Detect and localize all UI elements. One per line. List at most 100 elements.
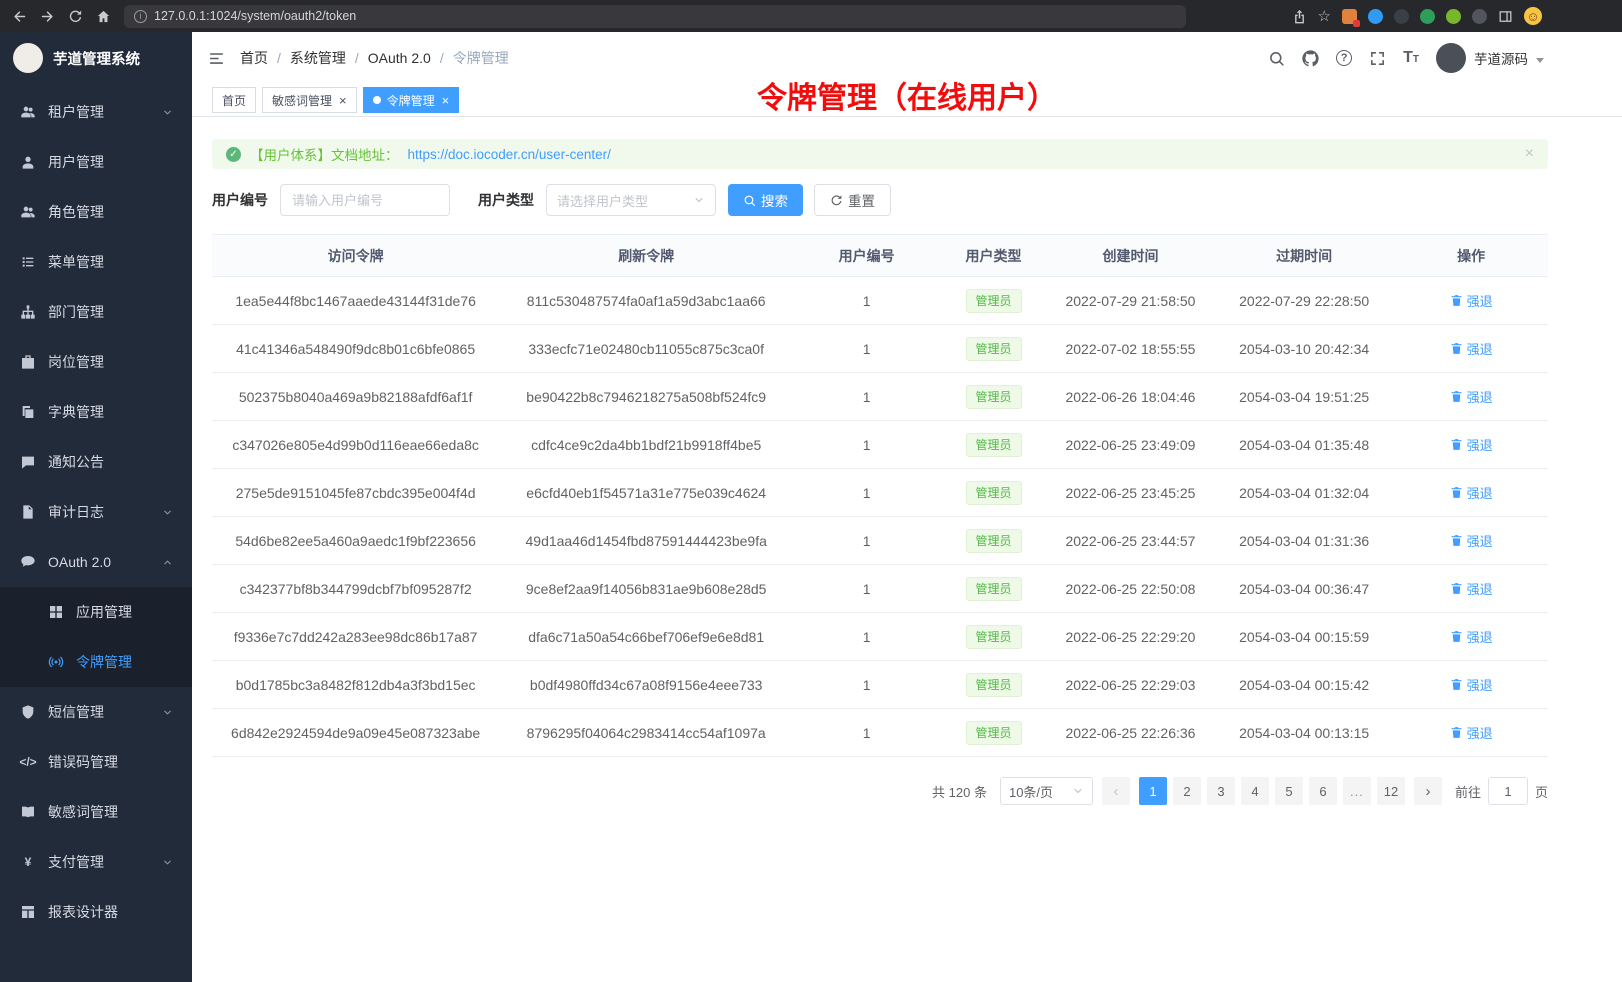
search-icon[interactable] [1268,50,1285,67]
access-token-cell: 6d842e2924594de9a09e45e087323abe [212,709,499,757]
force-logout-button[interactable]: 强退 [1450,435,1493,454]
pager-page[interactable]: 2 [1173,777,1201,805]
side-panel-icon[interactable] [1498,9,1513,24]
chevron-down-icon [162,707,173,718]
view-tab[interactable]: 首页 [212,87,256,113]
breadcrumb-separator: / [440,50,444,66]
user-id-input[interactable] [280,184,450,216]
breadcrumb-item[interactable]: 系统管理 [290,48,346,68]
extension-icon-4[interactable] [1420,9,1435,24]
access-token-cell: f9336e7c7dd242a283ee98dc86b17a87 [212,613,499,661]
github-icon[interactable] [1302,50,1319,67]
pager-page[interactable]: 12 [1377,777,1405,805]
user-id-cell: 1 [793,325,940,373]
pager-ellipsis[interactable]: ... [1343,777,1371,805]
doc-link[interactable]: https://doc.iocoder.cn/user-center/ [408,147,611,162]
user-type-badge: 管理员 [966,577,1022,601]
sidebar-item[interactable]: 审计日志 [0,487,192,537]
oauth-icon [19,554,37,570]
view-tab[interactable]: 令牌管理 [363,87,460,113]
pager-page[interactable]: 5 [1275,777,1303,805]
share-icon[interactable] [1292,9,1307,24]
user-id-cell: 1 [793,565,940,613]
site-info-icon[interactable] [134,10,147,23]
force-logout-button[interactable]: 强退 [1450,531,1493,550]
extension-icon-6[interactable] [1472,9,1487,24]
refresh-token-cell: 333ecfc71e02480cb11055c875c3ca0f [499,325,793,373]
user-menu[interactable]: 芋道源码 [1436,43,1544,73]
fullscreen-icon[interactable] [1369,50,1386,67]
pager-page[interactable]: 6 [1309,777,1337,805]
sidebar-item[interactable]: 令牌管理 [0,637,192,687]
extension-icon-5[interactable] [1446,9,1461,24]
extension-icon-3[interactable] [1394,9,1409,24]
expire-time-cell: 2054-03-04 00:15:59 [1214,613,1394,661]
browser-refresh-icon[interactable] [68,9,83,24]
search-button[interactable]: 搜索 [728,184,803,216]
trash-icon [1450,582,1463,595]
user-id-cell: 1 [793,709,940,757]
breadcrumb-item[interactable]: OAuth 2.0 [368,50,431,66]
reset-button[interactable]: 重置 [814,184,891,216]
user-type-badge: 管理员 [966,385,1022,409]
trash-icon [1450,390,1463,403]
table-row: 6d842e2924594de9a09e45e087323abe8796295f… [212,709,1548,757]
pager-page[interactable]: 3 [1207,777,1235,805]
sidebar-item[interactable]: 报表设计器 [0,887,192,937]
pager-prev-button[interactable] [1102,777,1130,805]
sidebar-item[interactable]: OAuth 2.0 [0,537,192,587]
extension-icon-2[interactable] [1368,9,1383,24]
sidebar-item[interactable]: 租户管理 [0,87,192,137]
force-logout-button[interactable]: 强退 [1450,387,1493,406]
page-size-select[interactable]: 10条/页 [1000,777,1093,805]
extension-icon-1[interactable] [1342,9,1357,24]
hamburger-icon[interactable] [208,50,225,67]
tab-close-icon[interactable] [442,94,450,107]
expire-time-cell: 2054-03-04 01:32:04 [1214,469,1394,517]
browser-forward-icon[interactable] [40,9,55,24]
app-logo[interactable]: 芋道管理系统 [0,32,192,84]
font-size-icon[interactable] [1403,49,1419,67]
topbar-right: 芋道源码 [1268,43,1544,73]
sidebar-item[interactable]: 菜单管理 [0,237,192,287]
sidebar-item[interactable]: </>错误码管理 [0,737,192,787]
help-icon[interactable] [1336,50,1352,66]
alert-text: 【用户体系】文档地址： [250,144,399,164]
browser-home-icon[interactable] [96,9,111,24]
pager-next-button[interactable] [1414,777,1442,805]
url-text: 127.0.0.1:1024/system/oauth2/token [154,9,356,23]
force-logout-button[interactable]: 强退 [1450,723,1493,742]
doc-alert: 【用户体系】文档地址： https://doc.iocoder.cn/user-… [212,139,1548,169]
tab-close-icon[interactable] [339,94,347,107]
sidebar-item[interactable]: 角色管理 [0,187,192,237]
force-logout-button[interactable]: 强退 [1450,627,1493,646]
sidebar-item[interactable]: 字典管理 [0,387,192,437]
sidebar-item[interactable]: 部门管理 [0,287,192,337]
alert-close-icon[interactable] [1525,146,1534,162]
sidebar-item[interactable]: 敏感词管理 [0,787,192,837]
create-time-cell: 2022-06-25 22:29:20 [1047,613,1214,661]
bookmark-star-icon[interactable] [1318,7,1331,25]
sidebar-item[interactable]: 用户管理 [0,137,192,187]
goto-page-input[interactable] [1488,777,1528,805]
pager-page[interactable]: 1 [1139,777,1167,805]
sidebar-item[interactable]: 通知公告 [0,437,192,487]
filter-bar: 用户编号 用户类型 请选择用户类型 搜索 重置 [212,184,1548,216]
refresh-token-cell: b0df4980ffd34c67a08f9156e4eee733 [499,661,793,709]
force-logout-button[interactable]: 强退 [1450,291,1493,310]
force-logout-button[interactable]: 强退 [1450,579,1493,598]
breadcrumb-item[interactable]: 首页 [240,48,268,68]
sidebar-item[interactable]: 岗位管理 [0,337,192,387]
address-bar[interactable]: 127.0.0.1:1024/system/oauth2/token [124,5,1186,28]
sidebar-item[interactable]: ¥支付管理 [0,837,192,887]
sidebar-item[interactable]: 短信管理 [0,687,192,737]
browser-profile-avatar[interactable] [1524,7,1542,25]
force-logout-button[interactable]: 强退 [1450,339,1493,358]
browser-back-icon[interactable] [12,9,27,24]
sidebar-item[interactable]: 应用管理 [0,587,192,637]
user-type-select[interactable]: 请选择用户类型 [546,184,716,216]
force-logout-button[interactable]: 强退 [1450,675,1493,694]
force-logout-button[interactable]: 强退 [1450,483,1493,502]
pager-page[interactable]: 4 [1241,777,1269,805]
view-tab[interactable]: 敏感词管理 [262,87,357,113]
